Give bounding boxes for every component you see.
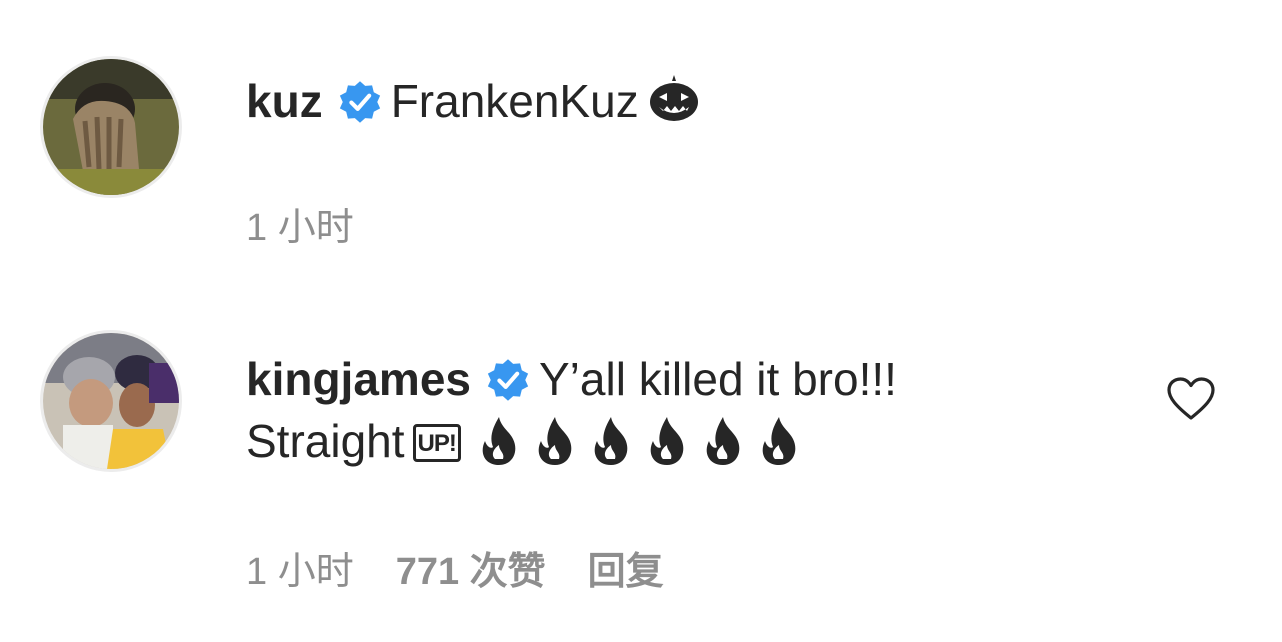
comment-item: kingjames Y’all killed it bro!!! Straight… — [0, 300, 1282, 642]
comment-text: kuz FrankenKuz — [246, 70, 1152, 132]
comment-body: FrankenKuz — [390, 75, 639, 127]
like-button[interactable] — [1166, 376, 1216, 422]
fire-icon — [482, 417, 516, 465]
fire-icon — [650, 417, 684, 465]
reply-button[interactable]: 回复 — [588, 551, 664, 593]
fire-icon — [762, 417, 796, 465]
fire-icon — [594, 417, 628, 465]
avatar-photo — [43, 59, 179, 195]
fire-icon — [538, 417, 572, 465]
comment-body-line-2: Straight — [246, 415, 405, 467]
heart-outline-icon — [1167, 377, 1215, 420]
avatar-photo — [43, 333, 179, 469]
fire-emoji-group — [475, 415, 811, 482]
comment-body-line-1: Y’all killed it bro!!! — [539, 353, 897, 405]
avatar[interactable] — [40, 330, 182, 472]
comment-item: kuz FrankenKuz 1 小时 — [0, 0, 1282, 300]
timestamp[interactable]: 1 小时 — [246, 551, 354, 593]
timestamp[interactable]: 1 小时 — [246, 207, 354, 249]
verified-badge-icon — [487, 359, 529, 401]
jack-o-lantern-icon — [649, 75, 698, 121]
comment-meta: 1 小时 — [246, 196, 396, 251]
fire-icon — [706, 417, 740, 465]
verified-badge-icon — [339, 81, 380, 123]
like-count[interactable]: 771 次赞 — [396, 551, 546, 593]
comment-meta: 1 小时 771 次赞 回复 — [246, 540, 706, 595]
comment-text-line-2: Straight UP! — [246, 410, 1152, 482]
username[interactable]: kuz — [246, 75, 323, 127]
avatar[interactable] — [40, 56, 182, 198]
username[interactable]: kingjames — [246, 353, 471, 405]
up-button-emoji: UP! — [412, 424, 461, 462]
comment-text-line-1: kingjames Y’all killed it bro!!! — [246, 348, 1152, 410]
